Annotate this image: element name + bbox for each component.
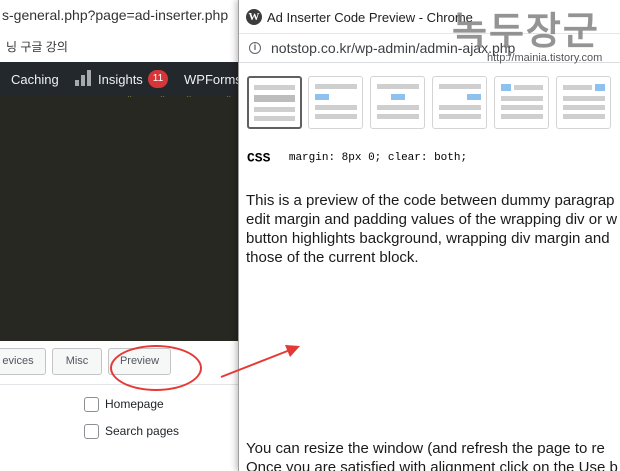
search-pages-label: Search pages: [105, 424, 180, 438]
preview-paragraph-2: You can resize the window (and refresh t…: [246, 439, 618, 471]
screen: s-general.php?page=ad-inserter.php 닝 구글 …: [0, 0, 620, 471]
paragraph-line: edit margin and padding values of the wr…: [246, 211, 618, 228]
paragraph-line: those of the current block.: [246, 249, 419, 266]
search-pages-checkbox[interactable]: [84, 424, 99, 440]
alignment-center-thumbnail[interactable]: [370, 76, 425, 129]
info-icon[interactable]: i: [249, 42, 261, 54]
paragraph-line: button highlights background, wrapping d…: [246, 230, 610, 247]
wordpress-logo-icon: W: [246, 9, 262, 25]
homepage-checkbox[interactable]: [84, 397, 99, 413]
admin-bar-wpforms[interactable]: WPForms: [184, 72, 242, 87]
insights-count-badge: 11: [148, 70, 168, 88]
insights-bars-icon: [75, 70, 91, 86]
admin-bar-caching[interactable]: Caching: [11, 72, 59, 87]
preview-paragraph-1: This is a preview of the code between du…: [246, 191, 617, 267]
alignment-thumbnails: [239, 63, 620, 145]
bookmark-item[interactable]: 닝 구글 강의: [6, 40, 68, 54]
search-pages-checkbox-row[interactable]: Search pages: [84, 424, 180, 440]
background-url-text: s-general.php?page=ad-inserter.php: [2, 7, 229, 23]
wp-admin-bar: Caching Insights 11 WPForms: [0, 62, 242, 96]
paragraph-line: Once you are satisfied with alignment cl…: [246, 459, 618, 471]
alignment-right-thumbnail[interactable]: [432, 76, 487, 129]
watermark-logo: 녹두장군: [452, 8, 600, 53]
alignment-left-thumbnail[interactable]: [308, 76, 363, 129]
preview-window: W Ad Inserter Code Preview - Chrome i no…: [238, 0, 620, 471]
alignment-default-thumbnail[interactable]: [247, 76, 302, 129]
preview-window-title: Ad Inserter Code Preview - Chrome: [267, 10, 473, 25]
divider: [0, 384, 238, 385]
background-address-bar[interactable]: s-general.php?page=ad-inserter.php: [0, 0, 238, 30]
admin-bar-insights[interactable]: Insights: [98, 72, 143, 87]
watermark-url: http://mainia.tistory.com: [487, 52, 603, 64]
homepage-checkbox-row[interactable]: Homepage: [84, 397, 164, 413]
homepage-label: Homepage: [105, 397, 164, 411]
paragraph-line: This is a preview of the code between du…: [246, 192, 615, 209]
alignment-float-left-thumbnail[interactable]: [494, 76, 549, 129]
code-editor[interactable]: " " " ": [0, 96, 238, 341]
css-row: CSS margin: 8px 0; clear: both;: [247, 149, 467, 167]
tab-devices[interactable]: evices: [0, 348, 46, 375]
paragraph-line: You can resize the window (and refresh t…: [246, 440, 605, 457]
code-fragment: " " " ": [80, 96, 232, 105]
alignment-float-right-thumbnail[interactable]: [556, 76, 611, 129]
tab-misc[interactable]: Misc: [52, 348, 102, 375]
background-bookmarks-bar: 닝 구글 강의: [0, 30, 238, 60]
css-label: CSS: [247, 150, 271, 166]
red-highlight-ellipse: [110, 345, 202, 391]
css-code-text[interactable]: margin: 8px 0; clear: both;: [289, 152, 467, 164]
